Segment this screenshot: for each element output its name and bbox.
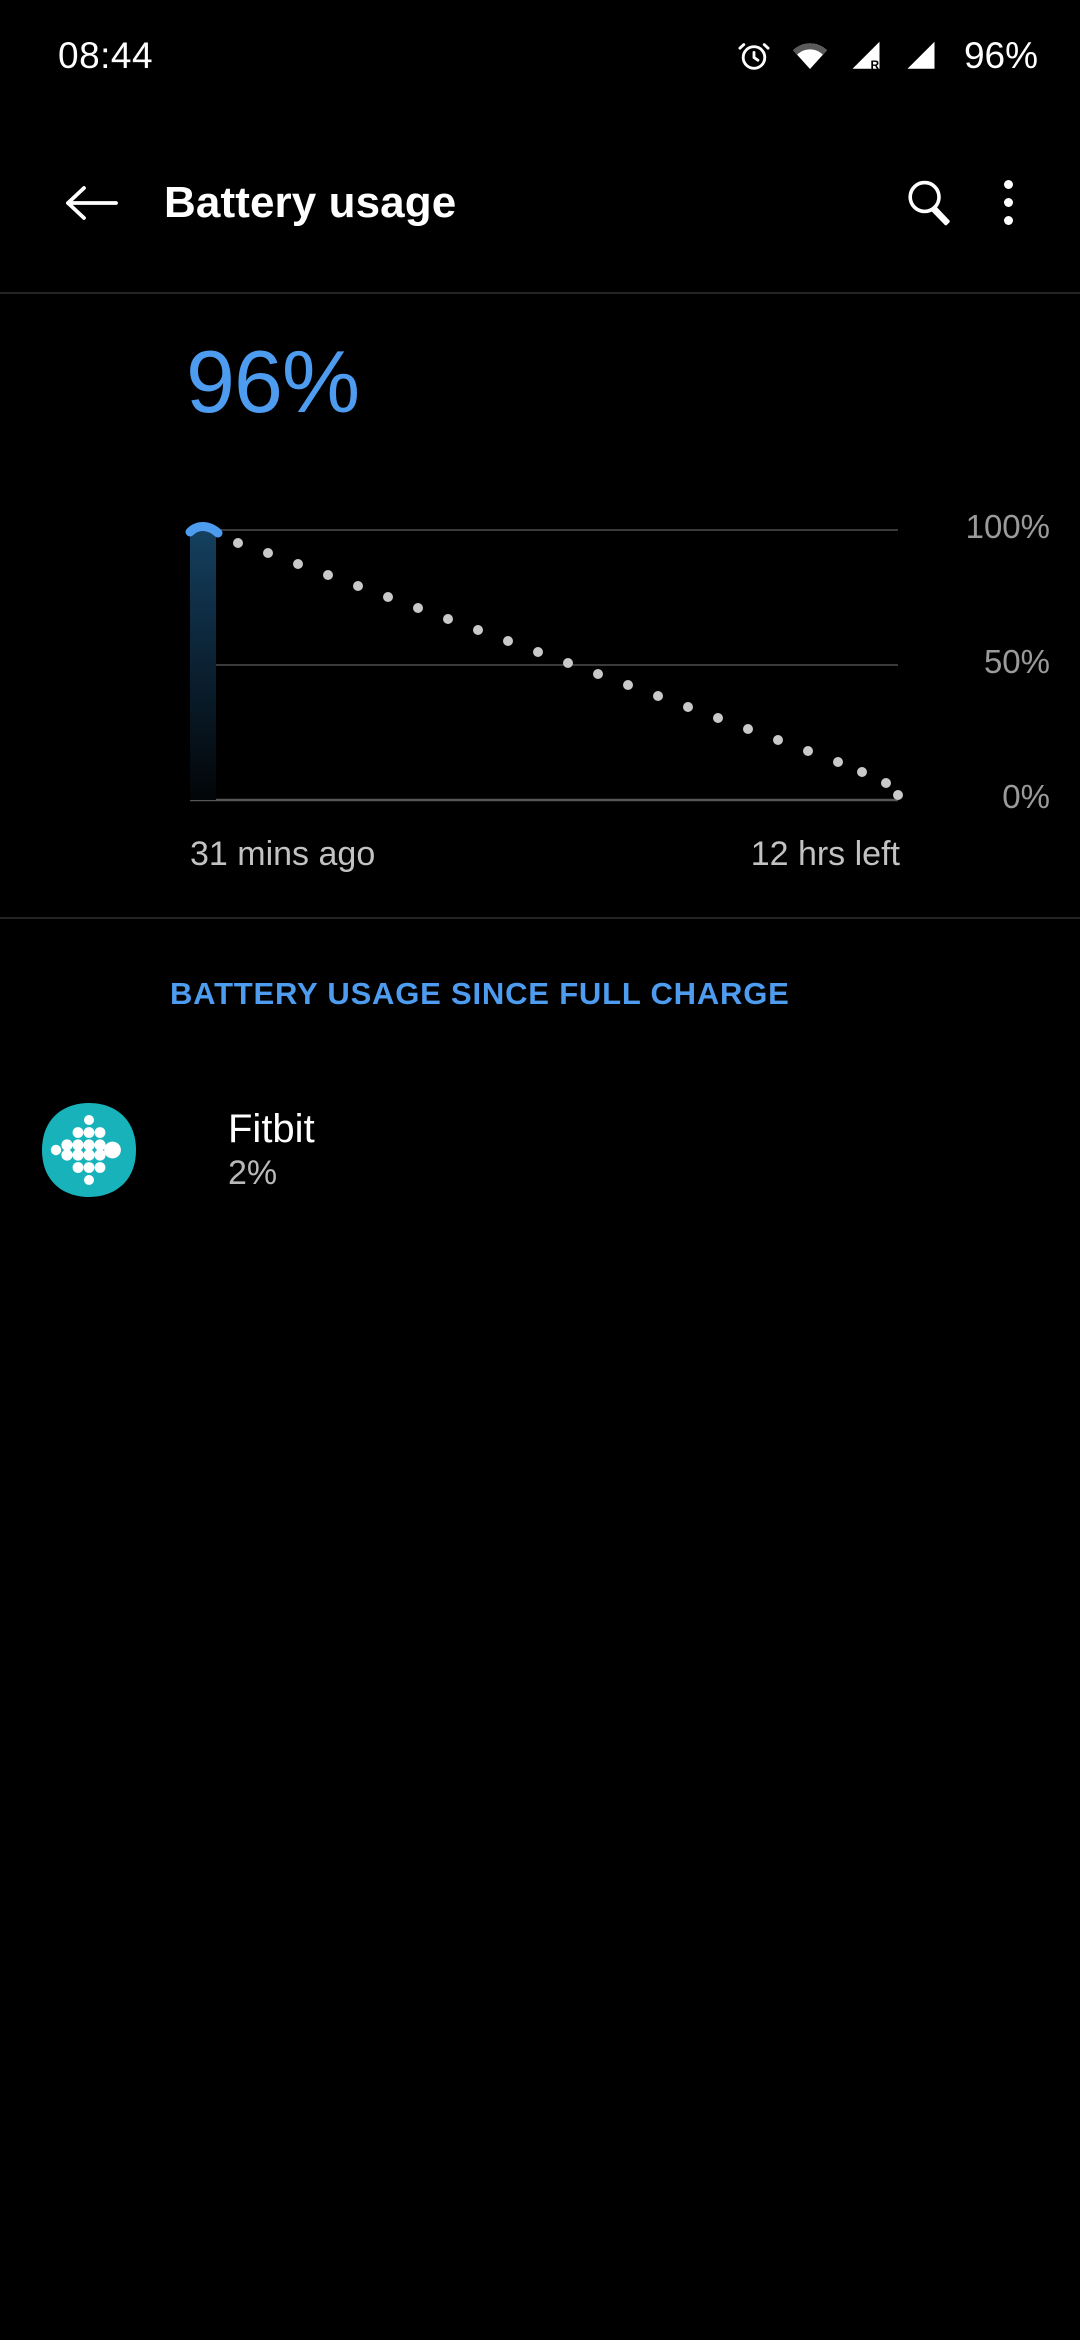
app-usage-list: Fitbit 2% bbox=[0, 1080, 1080, 1220]
overflow-dot bbox=[1003, 180, 1013, 189]
app-battery-percent: 2% bbox=[228, 1154, 278, 1193]
status-bar-clock: 08:44 bbox=[58, 35, 154, 76]
signal-roaming-icon: R bbox=[848, 40, 884, 72]
status-bar: 08:44 R 96% bbox=[0, 0, 1080, 112]
chart-y-label-100: 100% bbox=[965, 508, 1050, 545]
list-item-text: Fitbit 2% bbox=[228, 1108, 315, 1192]
chart-past-usage-area bbox=[190, 529, 216, 800]
page-title: Battery usage bbox=[164, 177, 457, 227]
wifi-icon bbox=[791, 41, 829, 71]
chart-x-label-start: 31 mins ago bbox=[190, 835, 376, 873]
chart-section-divider bbox=[0, 917, 1080, 919]
section-header-battery-usage: BATTERY USAGE SINCE FULL CHARGE bbox=[170, 976, 790, 1011]
list-item[interactable]: Fitbit 2% bbox=[0, 1080, 1080, 1220]
fitbit-app-icon bbox=[38, 1099, 140, 1201]
overflow-menu-button[interactable] bbox=[972, 160, 1044, 246]
status-bar-battery-percent: 96% bbox=[963, 35, 1038, 76]
battery-chart-svg bbox=[185, 522, 903, 802]
svg-text:R: R bbox=[870, 58, 879, 72]
battery-usage-screen: 08:44 R 96% Battery usage 96% 100% 50% 0… bbox=[0, 0, 1080, 2340]
app-name: Fitbit bbox=[228, 1107, 315, 1152]
battery-chart bbox=[0, 505, 1080, 835]
chart-y-label-0: 0% bbox=[1002, 778, 1050, 815]
overflow-dot bbox=[1003, 216, 1013, 225]
overflow-dot bbox=[1003, 198, 1013, 207]
chart-x-label-end: 12 hrs left bbox=[750, 835, 900, 873]
status-bar-icons: R 96% bbox=[736, 35, 1038, 77]
battery-level-value: 96% bbox=[186, 332, 360, 431]
signal-icon bbox=[903, 40, 939, 72]
app-bar-divider bbox=[0, 292, 1080, 294]
chart-y-label-50: 50% bbox=[983, 643, 1050, 680]
alarm-icon bbox=[736, 38, 772, 74]
chart-x-labels: 31 mins ago 12 hrs left bbox=[190, 835, 900, 874]
chart-projection-dotted-line bbox=[233, 538, 903, 800]
search-button[interactable] bbox=[886, 160, 972, 246]
back-button[interactable] bbox=[50, 161, 134, 245]
chart-gridlines bbox=[190, 529, 898, 802]
app-bar: Battery usage bbox=[0, 112, 1080, 293]
